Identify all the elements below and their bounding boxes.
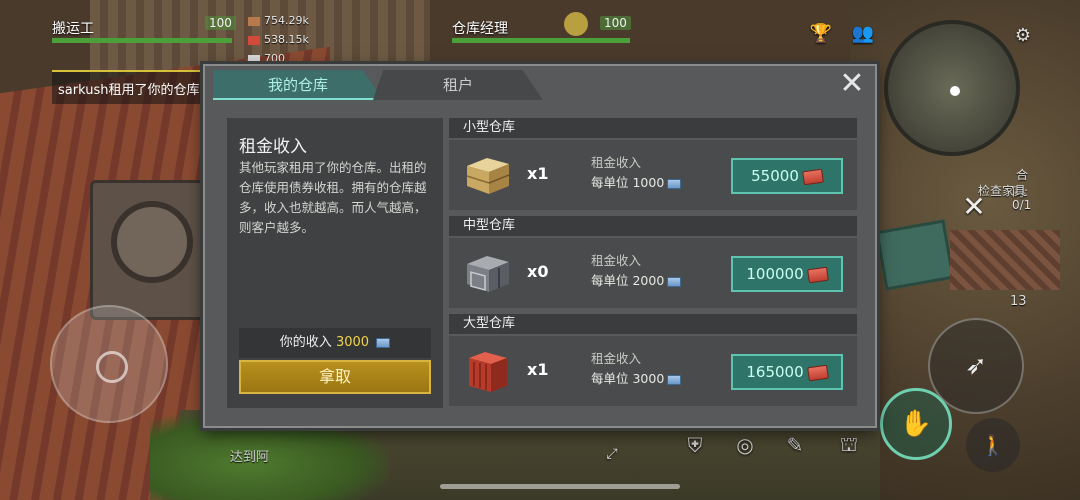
buy-medium-warehouse-button[interactable]: 100000 (731, 256, 843, 292)
warehouse-large-body: x1 租金收入 每单位 3000 165000 (449, 336, 857, 406)
warehouse-medium-per-unit: 每单位 2000 (591, 270, 682, 289)
warehouse-large-count: x1 (527, 360, 549, 379)
warehouse-small-body: x1 租金收入 每单位 1000 55000 (449, 140, 857, 210)
rent-income-title: 租金收入 (239, 137, 307, 157)
claim-button[interactable]: 拿取 (239, 360, 431, 394)
crouch-icon: 🚶 (980, 433, 1006, 457)
buy-small-warehouse-button[interactable]: 55000 (731, 158, 843, 194)
stat-right-bar (452, 38, 630, 43)
rent-income-panel: 租金收入 其他玩家租用了你的仓库。出租的仓库使用债券收租。拥有的仓库越多，收入也… (227, 118, 443, 408)
home-indicator (440, 484, 680, 489)
stat-right-value: 100 (600, 16, 631, 30)
warehouse-small-per-unit: 每单位 1000 (591, 172, 682, 191)
shield-slot[interactable]: ⛨ (678, 428, 712, 462)
warehouse-small-row: 小型仓库 x1 租金收入 每单位 1000 55000 (449, 118, 857, 212)
expand-icon[interactable]: ⤢ (600, 442, 624, 466)
wooden-crate-icon (466, 158, 510, 194)
hand-icon: ✋ (899, 409, 933, 439)
metal-crate-icon (467, 256, 509, 292)
warehouse-medium-name: 中型仓库 (449, 216, 857, 236)
bond-icon (248, 35, 260, 45)
coins-slot[interactable]: ◎ (728, 428, 762, 462)
bond-icon (806, 266, 829, 283)
warehouse-medium-body: x0 租金收入 每单位 2000 100000 (449, 238, 857, 308)
warehouse-large-per-unit-value: 每单位 3000 (591, 371, 665, 386)
warehouse-medium-per-unit-value: 每单位 2000 (591, 273, 665, 288)
medium-warehouse-price: 100000 (746, 265, 804, 283)
stat-right-label: 仓库经理 (452, 21, 508, 37)
your-income: 你的收入 3000 (239, 328, 431, 358)
ammo-count: 13 (1010, 294, 1027, 309)
warehouse-large-per-unit: 每单位 3000 (591, 368, 682, 387)
minimap[interactable] (884, 20, 1020, 156)
ticket-icon (248, 54, 260, 64)
warehouse-large-row: 大型仓库 x1 租金收入 每单位 3000 165000 (449, 314, 857, 408)
warehouse-medium-row: 中型仓库 x0 租金收入 每单位 2000 100000 (449, 216, 857, 310)
backpack-slot[interactable]: ⛫ (832, 428, 866, 462)
bond-icon (806, 364, 829, 381)
ticket-icon (667, 178, 682, 189)
ticket-icon (667, 374, 682, 385)
stat-left-label: 搬运工 (52, 21, 94, 37)
warehouse-small-income-label: 租金收入 (591, 155, 642, 170)
small-warehouse-price: 55000 (751, 167, 799, 185)
resource-2-value: 538.15k (264, 33, 309, 46)
interact-button[interactable]: ✋ (880, 388, 952, 460)
tab-bar: 我的仓库 租户 (213, 70, 813, 102)
crossed-tools-icon: ✕ (962, 189, 986, 223)
close-icon: ✕ (839, 66, 865, 101)
warehouse-large-income-label: 租金收入 (591, 351, 642, 366)
crouch-button[interactable]: 🚶 (966, 418, 1020, 472)
resource-1: 754.29k (248, 14, 309, 27)
map-slot[interactable]: ✎ (778, 428, 812, 462)
warehouse-large-name: 大型仓库 (449, 314, 857, 334)
ticket-icon (667, 276, 682, 287)
tab-tenants[interactable]: 租户 (373, 70, 543, 100)
rent-income-description: 其他玩家租用了你的仓库。出租的仓库使用债券收租。拥有的仓库越多，收入也就越高。而… (239, 160, 427, 235)
warehouse-medium-income-label: 租金收入 (591, 253, 642, 268)
ventilation-fan (90, 180, 210, 320)
quick-bar-text: 达到阿 (230, 450, 270, 465)
warehouse-small-count: x1 (527, 164, 549, 183)
close-button[interactable]: ✕ (837, 69, 867, 100)
tab-my-warehouse[interactable]: 我的仓库 (213, 70, 383, 100)
buy-large-warehouse-button[interactable]: 165000 (731, 354, 843, 390)
ticket-icon (376, 337, 391, 348)
rug (950, 230, 1060, 290)
trophy-icon[interactable]: 🏆 (806, 18, 836, 48)
resource-1-value: 754.29k (264, 14, 309, 27)
friends-icon[interactable]: 👥 (848, 18, 878, 48)
resource-2: 538.15k (248, 33, 309, 46)
bond-icon (801, 168, 824, 185)
shipping-container-icon (469, 352, 507, 392)
warehouse-small-per-unit-value: 每单位 1000 (591, 175, 665, 190)
stat-left-bar (52, 38, 232, 43)
large-warehouse-price: 165000 (746, 363, 804, 381)
wood-icon (248, 16, 260, 26)
income-label: 你的收入 (279, 335, 332, 350)
warehouse-dialog: 我的仓库 租户 ✕ 租金收入 其他玩家租用了你的仓库。出租的仓库使用债券收租。拥… (203, 64, 877, 428)
coin-sack-icon (564, 12, 588, 36)
warehouse-medium-count: x0 (527, 262, 549, 281)
green-crate (875, 219, 955, 291)
movement-joystick[interactable] (50, 305, 168, 423)
stat-left-value: 100 (205, 16, 236, 30)
gear-icon[interactable]: ⚙ (1008, 20, 1038, 50)
quest-progress: 0/1 (1012, 198, 1032, 212)
warehouse-small-name: 小型仓库 (449, 118, 857, 138)
chat-notification[interactable]: sarkush租用了你的仓库 (52, 70, 212, 104)
income-value: 3000 (335, 335, 370, 350)
crossbow-icon: ➶ (965, 351, 987, 381)
